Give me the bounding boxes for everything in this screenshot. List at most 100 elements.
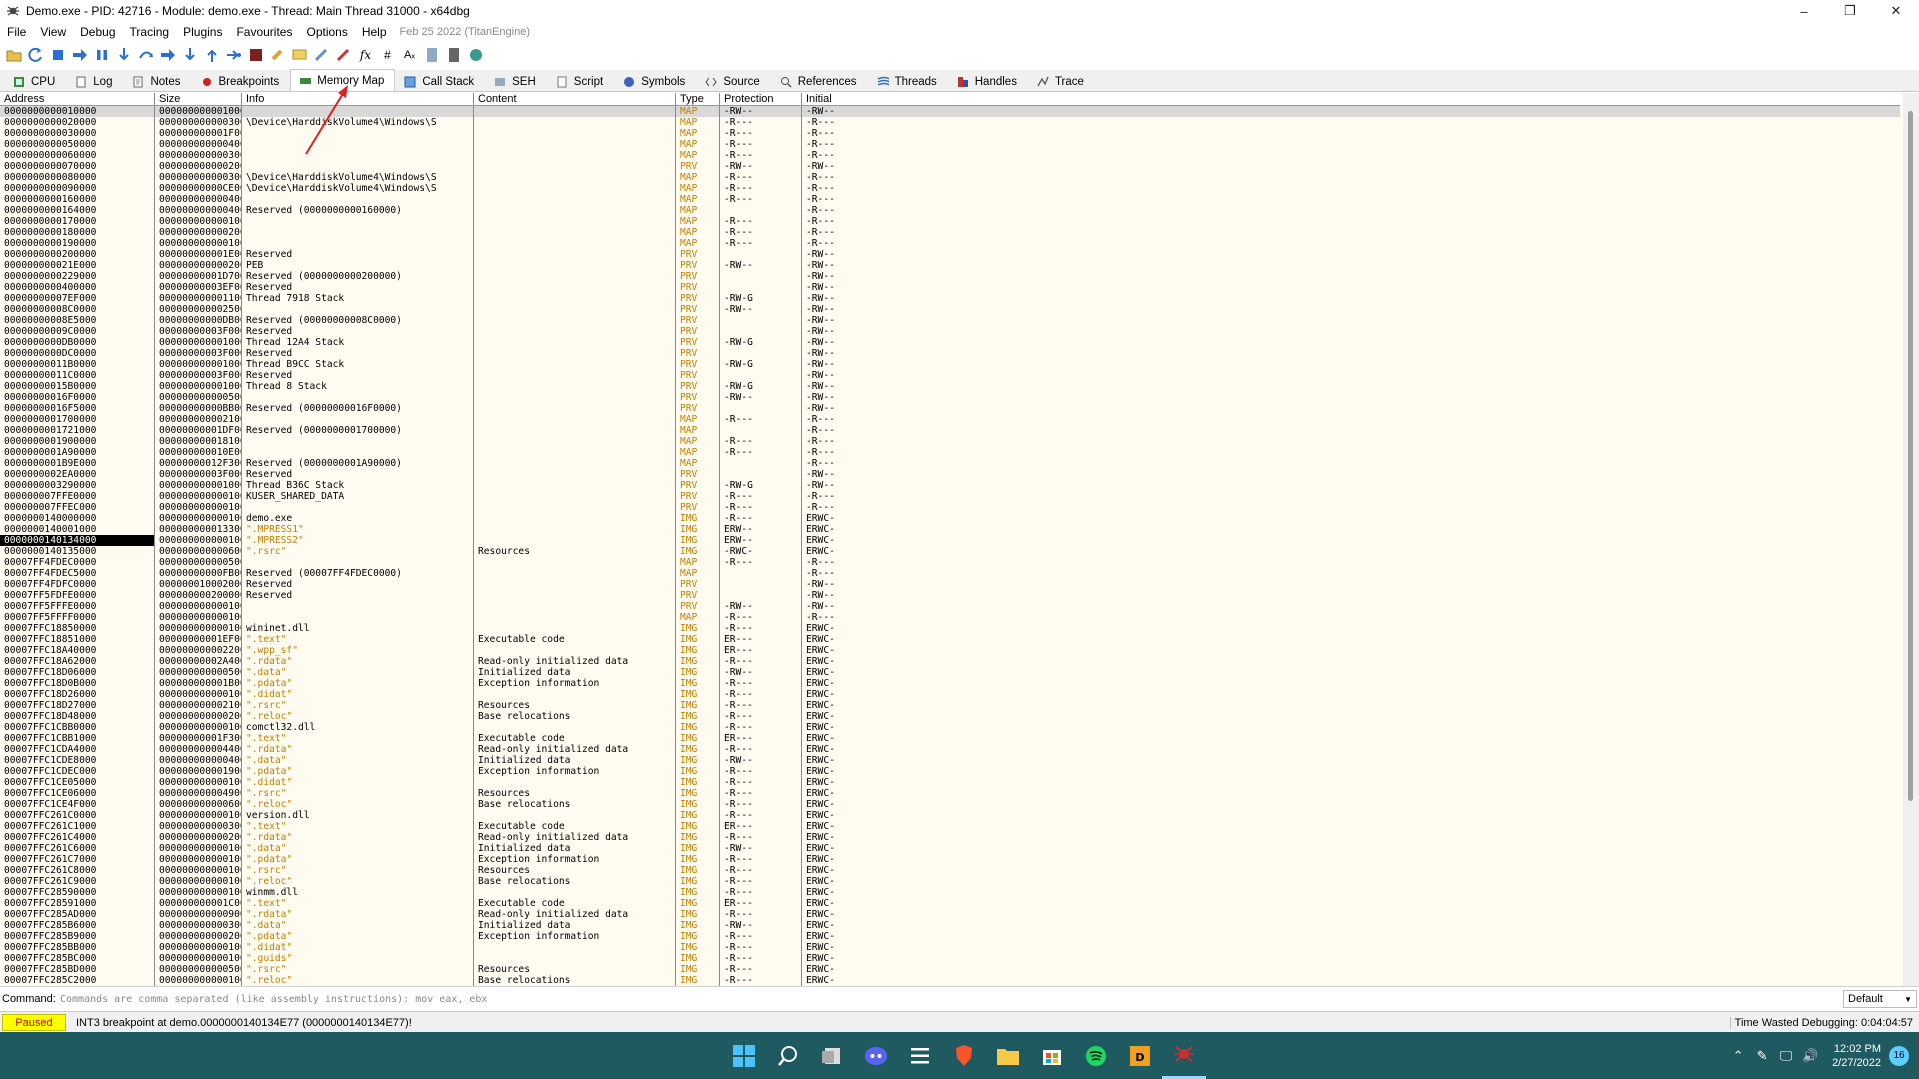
table-row[interactable]: 00007FFC261C60000000000000001000".data"I… <box>0 843 1900 854</box>
start-button[interactable] <box>722 1032 766 1079</box>
tab-trace[interactable]: Trace <box>1028 71 1095 91</box>
table-row[interactable]: 00000000032900000000000000010000Thread B… <box>0 480 1900 491</box>
network-button[interactable]: 🖵 <box>1774 1048 1798 1064</box>
table-row[interactable]: 00007FFC18D060000000000000005000".data"I… <box>0 667 1900 678</box>
tab-call-stack[interactable]: Call Stack <box>395 71 485 91</box>
tab-seh[interactable]: SEH <box>485 71 547 91</box>
column-type[interactable]: Type <box>676 93 720 105</box>
trace-over-button[interactable] <box>180 46 199 65</box>
table-row[interactable]: 00007FFC285BD0000000000000005000".rsrc"R… <box>0 964 1900 975</box>
table-row[interactable]: 0000000000DC000000000000003F0000Reserved… <box>0 348 1900 359</box>
step-into-button[interactable] <box>114 46 133 65</box>
memory-map-table[interactable]: Address Size Info Content Type Protectio… <box>0 93 1919 986</box>
tab-references[interactable]: References <box>771 71 868 91</box>
menu-plugins[interactable]: Plugins <box>176 25 229 39</box>
table-row[interactable]: 00000000001640000000000000004000Reserved… <box>0 205 1900 216</box>
tab-handles[interactable]: Handles <box>948 71 1028 91</box>
patch-button[interactable] <box>268 46 287 65</box>
menu-help[interactable]: Help <box>355 25 394 39</box>
table-row[interactable]: 000000007FFE00000000000000001000KUSER_SH… <box>0 491 1900 502</box>
task-view-button[interactable] <box>810 1032 854 1079</box>
table-row[interactable]: 00000000001700000000000000001000MAP-R---… <box>0 216 1900 227</box>
store-button[interactable] <box>1030 1032 1074 1079</box>
x64dbg-taskbar-button[interactable] <box>1162 1032 1206 1079</box>
table-row[interactable]: 00000000008E500000000000000DB000Reserved… <box>0 315 1900 326</box>
minimize-button[interactable]: – <box>1781 0 1827 22</box>
table-row[interactable]: 00007FFC285900000000000000001000winmm.dl… <box>0 887 1900 898</box>
hash-button[interactable]: # <box>378 46 397 65</box>
dotnet-button[interactable]: D <box>1118 1032 1162 1079</box>
table-row[interactable]: 00000000009C000000000000003F0000Reserved… <box>0 326 1900 337</box>
search-button[interactable] <box>766 1032 810 1079</box>
bookmarks-button[interactable] <box>334 46 353 65</box>
clock[interactable]: 12:02 PM 2/27/2022 <box>1822 1042 1889 1070</box>
table-row[interactable]: 00000000008C00000000000000025000PRV-RW--… <box>0 304 1900 315</box>
column-address[interactable]: Address <box>0 93 155 105</box>
menu-options[interactable]: Options <box>299 25 354 39</box>
show-hidden-icons-button[interactable]: ⌃ <box>1726 1048 1750 1064</box>
table-row[interactable]: 0000000000030000000000000001F000MAP-R---… <box>0 128 1900 139</box>
column-content[interactable]: Content <box>474 93 676 105</box>
xeditor-button[interactable] <box>898 1032 942 1079</box>
table-row[interactable]: 00007FFC261C90000000000000001000".reloc"… <box>0 876 1900 887</box>
table-row[interactable]: 00007FFC261C10000000000000003000".text"E… <box>0 821 1900 832</box>
restart-button[interactable] <box>26 46 45 65</box>
table-row[interactable]: 00000000015B00000000000000010000Thread 8… <box>0 381 1900 392</box>
vertical-scrollbar[interactable] <box>1903 93 1919 986</box>
table-row[interactable]: 00007FFC261C80000000000000001000".rsrc"R… <box>0 865 1900 876</box>
table-row[interactable]: 00000000001800000000000000002000MAP-R---… <box>0 227 1900 238</box>
menu-tracing[interactable]: Tracing <box>123 25 177 39</box>
run-button[interactable] <box>70 46 89 65</box>
table-row[interactable]: 00007FFC261C40000000000000002000".rdata"… <box>0 832 1900 843</box>
table-row[interactable]: 00000001401340000000000000001000".MPRESS… <box>0 535 1900 546</box>
spotify-button[interactable] <box>1074 1032 1118 1079</box>
table-row[interactable]: 000000007FFEC0000000000000001000PRV-R---… <box>0 502 1900 513</box>
discord-button[interactable] <box>854 1032 898 1079</box>
stop-button[interactable] <box>48 46 67 65</box>
file-explorer-button[interactable] <box>986 1032 1030 1079</box>
tab-breakpoints[interactable]: Breakpoints <box>192 71 291 91</box>
tab-symbols[interactable]: Symbols <box>614 71 696 91</box>
table-row[interactable]: 000000000172100000000000001DF000Reserved… <box>0 425 1900 436</box>
table-row[interactable]: 0000000002EA000000000000003F0000Reserved… <box>0 469 1900 480</box>
column-size[interactable]: Size <box>155 93 242 105</box>
table-row[interactable]: 00007FFC1CBB00000000000000001000comctl32… <box>0 722 1900 733</box>
table-row[interactable]: 00007FF4FDEC00000000000000005000MAP-R---… <box>0 557 1900 568</box>
table-row[interactable]: 00007FFC18D260000000000000001000".didat"… <box>0 689 1900 700</box>
brave-button[interactable] <box>942 1032 986 1079</box>
functions-button[interactable]: fx <box>356 46 375 65</box>
table-row[interactable]: 00007FFC18A400000000000000022000".wpp_sf… <box>0 645 1900 656</box>
table-row[interactable]: 00007FFC188500000000000000001000wininet.… <box>0 623 1900 634</box>
table-row[interactable]: 00007FFC1CDE80000000000000004000".data"I… <box>0 755 1900 766</box>
font-button[interactable]: Aₓ <box>400 46 419 65</box>
comments-button[interactable] <box>290 46 309 65</box>
table-row[interactable]: 00007FFC285B90000000000000002000".pdata"… <box>0 931 1900 942</box>
tab-threads[interactable]: Threads <box>868 71 948 91</box>
table-row[interactable]: 000000000021E0000000000000002000PEBPRV-R… <box>0 260 1900 271</box>
table-row[interactable]: 00007FFC1CE4F0000000000000006000".reloc"… <box>0 799 1900 810</box>
table-row[interactable]: 00000000011B00000000000000010000Thread B… <box>0 359 1900 370</box>
table-row[interactable]: 00000000000200000000000000003000\Device\… <box>0 117 1900 128</box>
scrollbar-thumb[interactable] <box>1908 111 1913 801</box>
column-initial[interactable]: Initial <box>802 93 1900 105</box>
table-row[interactable]: 00000000001600000000000000004000MAP-R---… <box>0 194 1900 205</box>
table-row[interactable]: 000000000022900000000000001D7000Reserved… <box>0 271 1900 282</box>
table-row[interactable]: 00007FFC285C20000000000000001000".reloc"… <box>0 975 1900 986</box>
table-row[interactable]: 00007FFC1CDEC0000000000000019000".pdata"… <box>0 766 1900 777</box>
menu-favourites[interactable]: Favourites <box>229 25 299 39</box>
table-row[interactable]: 00000000019000000000000000181000MAP-R---… <box>0 436 1900 447</box>
table-row[interactable]: 00000000007EF0000000000000011000Thread 7… <box>0 293 1900 304</box>
scylla-button[interactable] <box>246 46 265 65</box>
table-row[interactable]: 00007FFC18D270000000000000021000".rsrc"R… <box>0 700 1900 711</box>
tab-notes[interactable]: Notes <box>123 71 191 91</box>
command-engine-select[interactable]: Default ▼ <box>1843 990 1917 1008</box>
close-button[interactable]: ✕ <box>1873 0 1919 22</box>
table-row[interactable]: 00007FFC18D480000000000000002000".reloc"… <box>0 711 1900 722</box>
table-row[interactable]: 00007FFC1CE050000000000000001000".didat"… <box>0 777 1900 788</box>
table-row[interactable]: 00007FFC285BC0000000000000001000".guids"… <box>0 953 1900 964</box>
execute-till-return-button[interactable] <box>202 46 221 65</box>
table-row[interactable]: 00000001400010000000000000133000".MPRESS… <box>0 524 1900 535</box>
tab-cpu[interactable]: CPU <box>4 71 66 91</box>
table-row[interactable]: 00007FFC1CBB100000000000001F3000".text"E… <box>0 733 1900 744</box>
table-row[interactable]: 00007FFC18A6200000000000002A4000".rdata"… <box>0 656 1900 667</box>
